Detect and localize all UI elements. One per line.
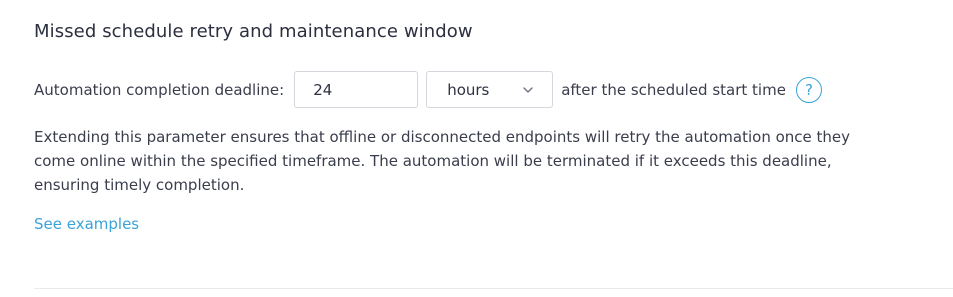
deadline-suffix-text: after the scheduled start time [561, 80, 786, 99]
description-line: come online within the specified timefra… [34, 152, 832, 170]
see-examples-link[interactable]: See examples [34, 215, 139, 233]
completion-deadline-row: Automation completion deadline: hours af… [34, 71, 822, 108]
help-icon-glyph: ? [804, 80, 813, 99]
deadline-unit-select[interactable]: hours [426, 71, 554, 108]
completion-deadline-label: Automation completion deadline: [34, 80, 285, 99]
missed-schedule-section: Missed schedule retry and maintenance wi… [34, 0, 953, 297]
section-divider [34, 288, 953, 289]
description-line: Extending this parameter ensures that of… [34, 128, 851, 146]
deadline-value-input[interactable] [294, 71, 419, 108]
chevron-down-icon [523, 87, 533, 93]
deadline-description: Extending this parameter ensures that of… [34, 125, 919, 197]
deadline-unit-value: hours [447, 80, 490, 99]
question-circle-icon[interactable]: ? [795, 76, 822, 103]
section-title: Missed schedule retry and maintenance wi… [34, 21, 473, 42]
description-line: ensuring timely completion. [34, 176, 245, 194]
